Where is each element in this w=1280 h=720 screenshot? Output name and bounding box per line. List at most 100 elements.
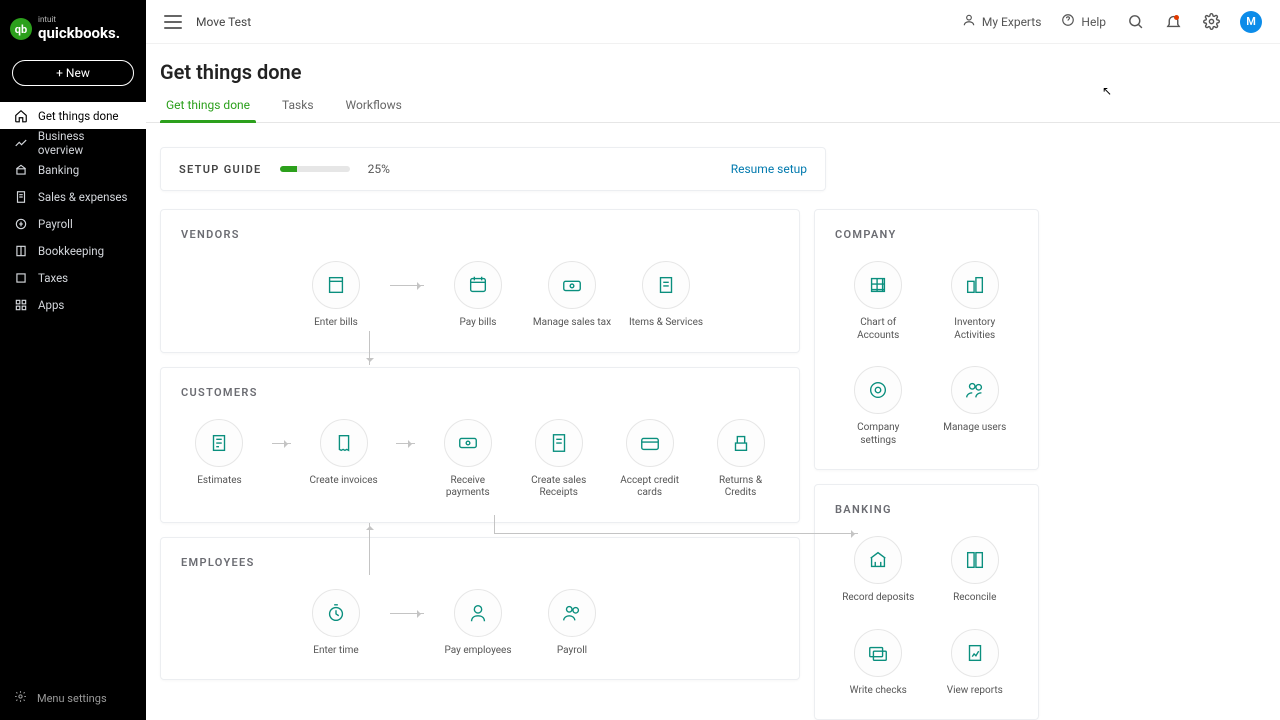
receipt-icon xyxy=(14,190,28,204)
avatar[interactable]: M xyxy=(1240,11,1262,33)
sidebar-item-bookkeeping[interactable]: Bookkeeping xyxy=(0,237,146,264)
pay-bills[interactable]: Pay bills xyxy=(438,261,518,330)
setup-guide-card: SETUP GUIDE 25% Resume setup xyxy=(160,147,826,191)
sidebar-item-business-overview[interactable]: Business overview xyxy=(0,129,146,156)
time-icon xyxy=(312,589,360,637)
record-deposits[interactable]: Record deposits xyxy=(838,536,918,605)
checks-icon xyxy=(854,629,902,677)
payments-icon xyxy=(444,419,492,467)
help-icon xyxy=(1061,13,1075,30)
setup-progress-bar xyxy=(280,166,298,172)
reconcile-icon xyxy=(951,536,999,584)
setup-progress xyxy=(280,166,350,172)
settings-icon[interactable] xyxy=(1202,13,1220,31)
setup-percent: 25% xyxy=(368,162,390,176)
banking-title: BANKING xyxy=(835,503,1018,516)
customers-title: CUSTOMERS xyxy=(181,386,779,399)
arrow-icon xyxy=(390,285,424,286)
company-settings-icon xyxy=(854,366,902,414)
company-name: Move Test xyxy=(196,15,251,29)
customers-panel: CUSTOMERS Estimates Create invoices Rece… xyxy=(160,367,800,523)
returns-icon xyxy=(717,419,765,467)
receipts-icon xyxy=(535,419,583,467)
expert-icon xyxy=(962,13,976,30)
logo-intuit: intuit xyxy=(38,16,120,24)
view-reports[interactable]: View reports xyxy=(935,629,1015,698)
company-settings[interactable]: Company settings xyxy=(838,366,918,447)
new-button[interactable]: + New xyxy=(12,60,134,86)
sidebar-item-label: Business overview xyxy=(38,129,132,157)
vendors-title: VENDORS xyxy=(181,228,779,241)
sidebar-item-payroll[interactable]: Payroll xyxy=(0,210,146,237)
deposits-icon xyxy=(854,536,902,584)
write-checks[interactable]: Write checks xyxy=(838,629,918,698)
tabs: Get things done Tasks Workflows xyxy=(146,98,1280,123)
users-icon xyxy=(951,366,999,414)
payroll-icon xyxy=(14,217,28,231)
connector-line xyxy=(494,533,858,534)
sidebar-item-taxes[interactable]: Taxes xyxy=(0,264,146,291)
help-button[interactable]: Help xyxy=(1061,13,1106,30)
sidebar-item-sales-expenses[interactable]: Sales & expenses xyxy=(0,183,146,210)
coa-icon xyxy=(854,261,902,309)
company-panel: COMPANY Chart of Accounts Inventory Acti… xyxy=(814,209,1039,470)
enter-bills[interactable]: Enter bills xyxy=(296,261,376,330)
create-invoices[interactable]: Create invoices xyxy=(305,419,382,488)
inventory-icon xyxy=(951,261,999,309)
tab-tasks[interactable]: Tasks xyxy=(276,98,320,122)
connector-line xyxy=(494,515,495,533)
dashboard: VENDORS Enter bills Pay bills Manage sal… xyxy=(160,209,1266,720)
arrow-icon xyxy=(272,443,291,444)
tab-workflows[interactable]: Workflows xyxy=(340,98,408,122)
estimates[interactable]: Estimates xyxy=(181,419,258,488)
invoices-icon xyxy=(320,419,368,467)
menu-settings-label: Menu settings xyxy=(37,692,107,705)
page-header: Get things done xyxy=(146,44,1280,84)
inventory-activities[interactable]: Inventory Activities xyxy=(935,261,1015,342)
pay-employees[interactable]: Pay employees xyxy=(438,589,518,658)
chart-of-accounts[interactable]: Chart of Accounts xyxy=(838,261,918,342)
logo-brand: quickbooks. xyxy=(38,24,120,42)
manage-sales-tax[interactable]: Manage sales tax xyxy=(532,261,612,330)
tab-get-things-done[interactable]: Get things done xyxy=(160,98,256,122)
sidebar-item-label: Bookkeeping xyxy=(38,244,104,258)
bank-icon xyxy=(14,163,28,177)
create-sales-receipts[interactable]: Create sales Receipts xyxy=(520,419,597,500)
employees-title: EMPLOYEES xyxy=(181,556,779,569)
items-services[interactable]: Items & Services xyxy=(626,261,706,330)
pay-employees-icon xyxy=(454,589,502,637)
topbar: Move Test My Experts Help M xyxy=(146,0,1280,44)
sidebar-item-label: Apps xyxy=(38,298,64,312)
my-experts[interactable]: My Experts xyxy=(962,13,1041,30)
sidebar-item-apps[interactable]: Apps xyxy=(0,291,146,318)
payroll[interactable]: Payroll xyxy=(532,589,612,658)
employees-panel: EMPLOYEES Enter time Pay employees Payro… xyxy=(160,537,800,681)
search-icon[interactable] xyxy=(1126,13,1144,31)
taxes-icon xyxy=(14,271,28,285)
sidebar-item-label: Banking xyxy=(38,163,79,177)
enter-bills-icon xyxy=(312,261,360,309)
arrow-icon xyxy=(390,613,424,614)
logo[interactable]: qb intuit quickbooks. xyxy=(0,0,146,60)
menu-settings[interactable]: Menu settings xyxy=(0,680,146,720)
sidebar-item-get-things-done[interactable]: Get things done xyxy=(0,102,146,129)
resume-setup-link[interactable]: Resume setup xyxy=(731,162,807,176)
home-icon xyxy=(14,109,28,123)
vendors-panel: VENDORS Enter bills Pay bills Manage sal… xyxy=(160,209,800,353)
accept-credit-cards[interactable]: Accept credit cards xyxy=(611,419,688,500)
manage-users[interactable]: Manage users xyxy=(935,366,1015,447)
hamburger-icon[interactable] xyxy=(164,15,182,29)
receive-payments[interactable]: Receive payments xyxy=(429,419,506,500)
reports-icon xyxy=(951,629,999,677)
sidebar: qb intuit quickbooks. + New Get things d… xyxy=(0,0,146,720)
arrow-icon xyxy=(396,443,415,444)
connector-line xyxy=(369,523,370,575)
gear-icon xyxy=(14,690,27,706)
sidebar-item-label: Get things done xyxy=(38,109,119,123)
enter-time[interactable]: Enter time xyxy=(296,589,376,658)
reconcile[interactable]: Reconcile xyxy=(935,536,1015,605)
company-title: COMPANY xyxy=(835,228,1018,241)
sidebar-item-banking[interactable]: Banking xyxy=(0,156,146,183)
notifications-icon[interactable] xyxy=(1164,13,1182,31)
returns-credits[interactable]: Returns & Credits xyxy=(702,419,779,500)
